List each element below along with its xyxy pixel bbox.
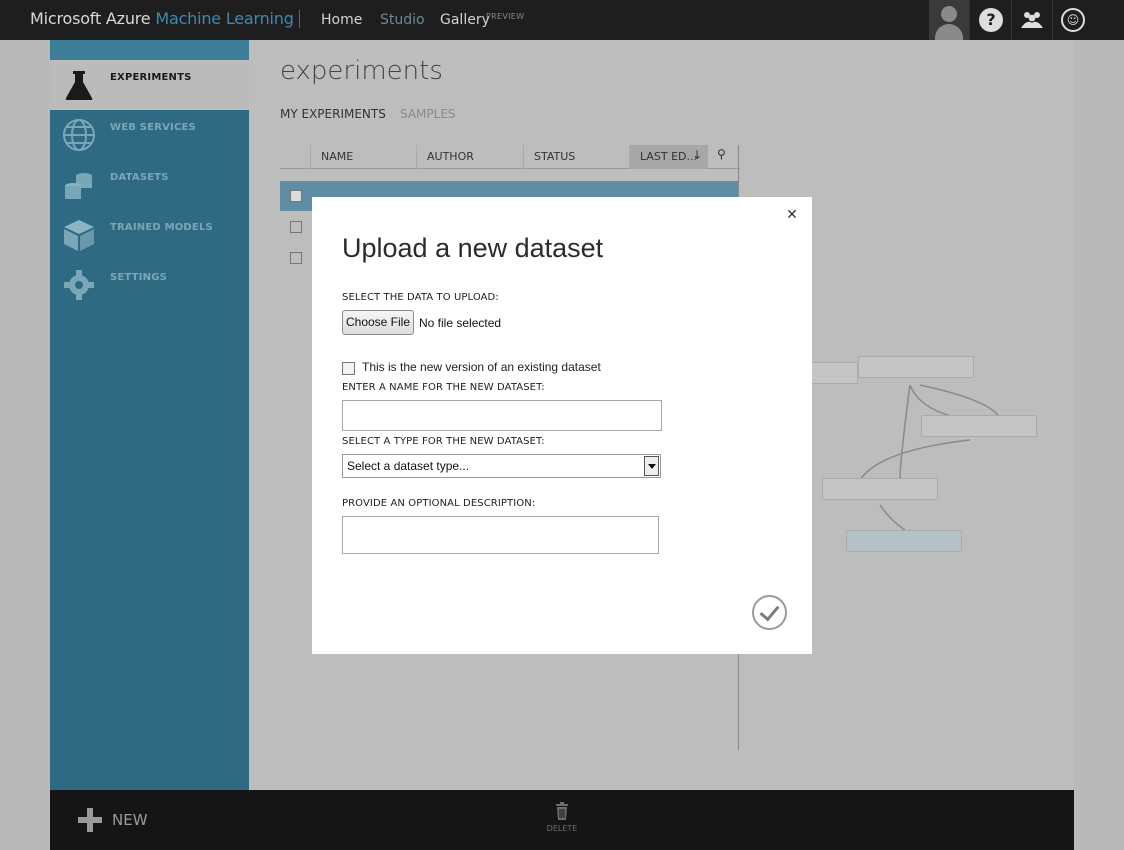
new-version-checkbox[interactable] <box>342 362 355 375</box>
sidebar-item-label: DATASETS <box>110 172 169 183</box>
sidebar-item-settings[interactable]: SETTINGS <box>50 260 249 310</box>
topbar-divider <box>1052 0 1053 40</box>
brand-secondary: Machine Learning <box>155 9 294 28</box>
cube-icon <box>64 220 94 251</box>
nav-studio[interactable]: Studio <box>380 12 425 28</box>
table-search-icon[interactable]: ⚲ <box>717 147 726 161</box>
column-header-name[interactable]: NAME <box>321 150 353 163</box>
sidebar-top-block <box>50 40 249 60</box>
community-icon[interactable] <box>1020 8 1044 32</box>
user-avatar[interactable] <box>929 0 969 40</box>
brand-divider <box>299 10 300 28</box>
sidebar: EXPERIMENTS WEB SERVICES DATASETS TRAINE… <box>50 40 249 790</box>
diagram-node <box>858 356 974 378</box>
dropdown-arrow-icon[interactable] <box>644 456 659 476</box>
diagram-node <box>921 415 1037 437</box>
trash-icon <box>556 802 568 820</box>
topbar-divider <box>969 0 970 40</box>
topbar-divider <box>1011 0 1012 40</box>
confirm-checkmark-button[interactable] <box>752 595 787 630</box>
column-divider <box>310 145 311 169</box>
column-header-last-edited[interactable]: LAST ED... <box>640 150 697 163</box>
sidebar-item-experiments[interactable]: EXPERIMENTS <box>50 60 249 110</box>
sidebar-item-datasets[interactable]: DATASETS <box>50 160 249 210</box>
sidebar-item-web-services[interactable]: WEB SERVICES <box>50 110 249 160</box>
experiments-table-header: NAME AUTHOR STATUS LAST ED... ↓ ⚲ <box>280 145 740 169</box>
column-header-status[interactable]: STATUS <box>534 150 575 163</box>
globe-icon <box>63 119 95 151</box>
dialog-title: Upload a new dataset <box>342 233 604 263</box>
sidebar-item-label: TRAINED MODELS <box>110 222 213 233</box>
description-label: PROVIDE AN OPTIONAL DESCRIPTION: <box>342 498 536 509</box>
diagram-node <box>822 478 938 500</box>
row-checkbox[interactable] <box>290 221 302 233</box>
column-divider <box>416 145 417 169</box>
delete-button[interactable]: DELETE <box>540 802 584 842</box>
sidebar-item-label: WEB SERVICES <box>110 122 196 133</box>
brand-primary: Microsoft Azure <box>30 9 151 28</box>
gear-icon <box>64 270 94 300</box>
feedback-smiley-icon[interactable]: ☺ <box>1061 8 1085 32</box>
file-status-text: No file selected <box>419 316 502 330</box>
people-svg <box>1021 12 1043 28</box>
description-input[interactable] <box>342 516 659 554</box>
dataset-type-selected: Select a dataset type... <box>347 459 470 473</box>
row-checkbox[interactable] <box>290 190 302 202</box>
sidebar-item-label: EXPERIMENTS <box>110 72 192 83</box>
plus-icon <box>78 808 102 832</box>
new-button[interactable]: NEW <box>78 808 168 836</box>
tab-samples[interactable]: SAMPLES <box>400 107 456 121</box>
help-icon[interactable]: ? <box>979 8 1003 32</box>
dataset-name-input[interactable] <box>342 400 662 431</box>
delete-button-label: DELETE <box>546 824 578 833</box>
top-bar: Microsoft Azure Machine Learning Home St… <box>0 0 1124 40</box>
new-button-label: NEW <box>112 811 148 829</box>
avatar-head <box>941 6 957 22</box>
dataset-type-select[interactable]: Select a dataset type... <box>342 454 661 478</box>
row-checkbox[interactable] <box>290 252 302 264</box>
database-icon <box>65 173 92 199</box>
column-header-author[interactable]: AUTHOR <box>427 150 474 163</box>
app-brand: Microsoft Azure Machine Learning <box>30 9 294 28</box>
preview-badge: PREVIEW <box>486 12 525 21</box>
close-icon[interactable]: ✕ <box>784 207 800 223</box>
nav-home[interactable]: Home <box>321 12 362 28</box>
choose-file-button[interactable]: Choose File <box>342 310 414 335</box>
new-version-checkbox-label[interactable]: This is the new version of an existing d… <box>362 360 601 374</box>
column-divider <box>523 145 524 169</box>
sidebar-item-label: SETTINGS <box>110 272 168 283</box>
sidebar-item-trained-models[interactable]: TRAINED MODELS <box>50 210 249 260</box>
nav-gallery[interactable]: Gallery <box>440 12 490 28</box>
tab-my-experiments[interactable]: MY EXPERIMENTS <box>280 107 386 121</box>
diagram-node <box>846 530 962 552</box>
flask-icon <box>65 71 93 100</box>
select-data-label: SELECT THE DATA TO UPLOAD: <box>342 292 499 303</box>
dataset-type-label: SELECT A TYPE FOR THE NEW DATASET: <box>342 436 545 447</box>
avatar-body <box>935 24 963 40</box>
sort-down-icon[interactable]: ↓ <box>692 148 702 162</box>
upload-dataset-dialog: ✕ Upload a new dataset SELECT THE DATA T… <box>312 197 812 654</box>
command-bar: NEW DELETE <box>50 790 1074 850</box>
page-title: experiments <box>280 56 443 86</box>
dataset-name-label: ENTER A NAME FOR THE NEW DATASET: <box>342 382 545 393</box>
column-divider <box>629 145 630 169</box>
